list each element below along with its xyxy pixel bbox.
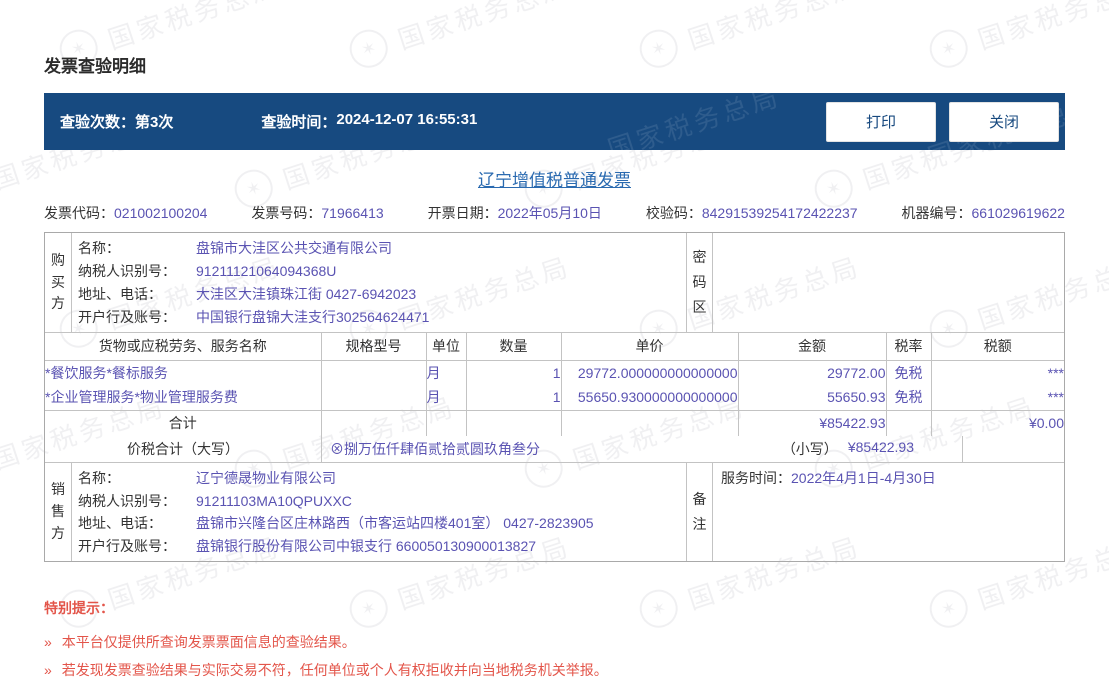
query-time-label: 查验时间： [261, 114, 337, 131]
item-price: 55650.930000000000000 [561, 385, 739, 410]
grand-total-values: ⊗捌万伍仟肆佰贰拾贰圆玖角叁分 （小写） ¥85422.93 [322, 436, 963, 462]
close-button[interactable]: 关闭 [949, 101, 1059, 142]
notice-title: 特别提示： [44, 600, 114, 616]
seller-side-label: 销售方 [45, 463, 72, 561]
invoice-number: 发票号码：71966413 [251, 205, 384, 221]
bullet-icon: » [44, 662, 52, 678]
watermark-on-bar: 国家税务总局 [604, 93, 785, 150]
item-amount: 29772.00 [738, 360, 887, 385]
items-header-row: 货物或应税劳务、服务名称 规格型号 单位 数量 单价 金额 税率 税额 [45, 333, 1064, 361]
subtotal-label: 合计 [45, 409, 322, 436]
item-tax: *** [1047, 389, 1064, 406]
item-amount: 55650.93 [738, 385, 887, 410]
remark-service-time: 服务时间： 2022年4月1日-4月30日 [721, 470, 936, 486]
page-title: 发票查验明细 [44, 57, 146, 76]
subtotal-amount: ¥85422.93 [738, 409, 887, 436]
item-row: *餐饮服务*餐标服务 月 1 29772.000000000000000 297… [45, 360, 1064, 385]
password-area-label: 密码区 [686, 233, 713, 332]
item-price: 29772.000000000000000 [561, 360, 739, 385]
query-time-value: 2024-12-07 16:55:31 [336, 111, 478, 128]
buyer-bank-row: 开户行及账号： 中国银行盘锦大洼支行302564624471 [78, 309, 430, 325]
seller-taxid-row: 纳税人识别号： 91211103MA10QPUXXC [78, 492, 352, 509]
invoice-title: 辽宁增值税普通发票 [478, 171, 631, 190]
grand-total-row: 价税合计（大写） ⊗捌万伍仟肆佰贰拾贰圆玖角叁分 （小写） ¥85422.93 [45, 436, 1064, 463]
invoice-date: 开票日期：2022年05月10日 [427, 205, 602, 221]
col-header-unit: 单位 [426, 333, 467, 361]
item-row: *企业管理服务*物业管理服务费 月 1 55650.93000000000000… [45, 385, 1064, 410]
buyer-address-row: 地址、电话： 大洼区大洼镇珠江街 0427-6942023 [78, 286, 417, 302]
notice-section: 特别提示： » 本平台仅提供所查询发票票面信息的查验结果。 » 若发现发票查验结… [44, 598, 1065, 684]
grand-total-label: 价税合计（大写） [45, 436, 322, 462]
seller-address-row: 地址、电话： 盘锦市兴隆台区庄林路西（市客运站四楼401室） 0427-28239… [78, 515, 594, 532]
seller-fields: 名称： 辽宁德晟物业有限公司 纳税人识别号： 91211103MA10QPUXXC … [72, 463, 686, 561]
grand-total-uppercase: ⊗捌万伍仟肆佰贰拾贰圆玖角叁分 [330, 441, 540, 457]
page-content: 发票查验明细 国家税务总局 国家税务总局 查验次数： 第3次 查验时间： 202… [0, 0, 1109, 684]
remark-label: 备注 [686, 463, 713, 561]
password-area [713, 233, 1064, 332]
lowercase-label: （小写） [781, 441, 838, 457]
item-tax-rate: 免税 [886, 360, 932, 385]
seller-section: 销售方 名称： 辽宁德晟物业有限公司 纳税人识别号： 91211103MA10QPU… [45, 463, 1064, 561]
query-bar: 国家税务总局 国家税务总局 查验次数： 第3次 查验时间： 2024-12-07… [44, 93, 1065, 150]
remark-area: 服务时间： 2022年4月1日-4月30日 [713, 463, 1064, 561]
lowercase-value: ¥85422.93 [847, 439, 914, 455]
col-header-spec: 规格型号 [321, 333, 427, 361]
query-bar-actions: 打印 关闭 [826, 101, 1059, 142]
col-header-tax: 税额 [931, 333, 1064, 361]
seller-bank-row: 开户行及账号： 盘锦银行股份有限公司中银支行 660050130900013827 [78, 538, 537, 555]
print-button[interactable]: 打印 [826, 101, 936, 142]
buyer-fields: 名称： 盘锦市大洼区公共交通有限公司 纳税人识别号： 912111210640943… [72, 233, 686, 332]
check-code: 校验码：84291539254172422237 [645, 205, 858, 221]
item-tax-rate: 免税 [886, 385, 932, 410]
col-header-qty: 数量 [466, 333, 562, 361]
buyer-section: 购买方 名称： 盘锦市大洼区公共交通有限公司 纳税人识别号： 91211121064… [45, 233, 1064, 333]
notice-item: » 若发现发票查验结果与实际交易不符，任何单位或个人有权拒收并向当地税务机关举报… [44, 656, 1065, 684]
query-time: 查验时间： 2024-12-07 16:55:31 [261, 111, 477, 132]
item-unit: 月 [426, 385, 467, 410]
machine-number: 机器编号：661029619622 [901, 205, 1065, 221]
buyer-name-row: 名称： 盘锦市大洼区公共交通有限公司 [78, 240, 392, 256]
buyer-taxid-row: 纳税人识别号： 91211121064094368U [78, 263, 337, 279]
col-header-price: 单价 [561, 333, 739, 361]
query-count-value: 第3次 [135, 114, 174, 131]
subtotal-row: 合计 ¥85422.93 ¥0.00 [45, 409, 1064, 436]
items-table: 货物或应税劳务、服务名称 规格型号 单位 数量 单价 金额 税率 税额 *餐饮服… [45, 333, 1064, 436]
item-spec [321, 385, 427, 410]
col-header-rate: 税率 [886, 333, 932, 361]
grand-total-lowercase: （小写） ¥85422.93 [782, 439, 962, 459]
buyer-side-label: 购买方 [45, 233, 72, 332]
bullet-icon: » [44, 634, 52, 650]
item-name: *企业管理服务*物业管理服务费 [45, 385, 322, 410]
invoice-box: 购买方 名称： 盘锦市大洼区公共交通有限公司 纳税人识别号： 91211121064… [44, 232, 1065, 562]
invoice-meta-row: 发票代码：021002100204 发票号码：71966413 开票日期：202… [44, 203, 1065, 223]
col-header-name: 货物或应税劳务、服务名称 [45, 333, 322, 361]
col-header-amount: 金额 [738, 333, 887, 361]
grand-total-empty-cell [963, 436, 1064, 462]
item-qty: 1 [466, 360, 562, 385]
query-count: 查验次数： 第3次 [60, 111, 173, 132]
query-count-label: 查验次数： [60, 114, 136, 131]
item-name: *餐饮服务*餐标服务 [45, 360, 322, 385]
item-unit: 月 [426, 360, 467, 385]
item-tax: *** [1047, 364, 1064, 381]
item-qty: 1 [466, 385, 562, 410]
seller-name-row: 名称： 辽宁德晟物业有限公司 [78, 469, 336, 486]
notice-item: » 本平台仅提供所查询发票票面信息的查验结果。 [44, 628, 1065, 656]
invoice-code: 发票代码：021002100204 [44, 205, 208, 221]
item-spec [321, 360, 427, 385]
subtotal-tax: ¥0.00 [931, 409, 1064, 436]
